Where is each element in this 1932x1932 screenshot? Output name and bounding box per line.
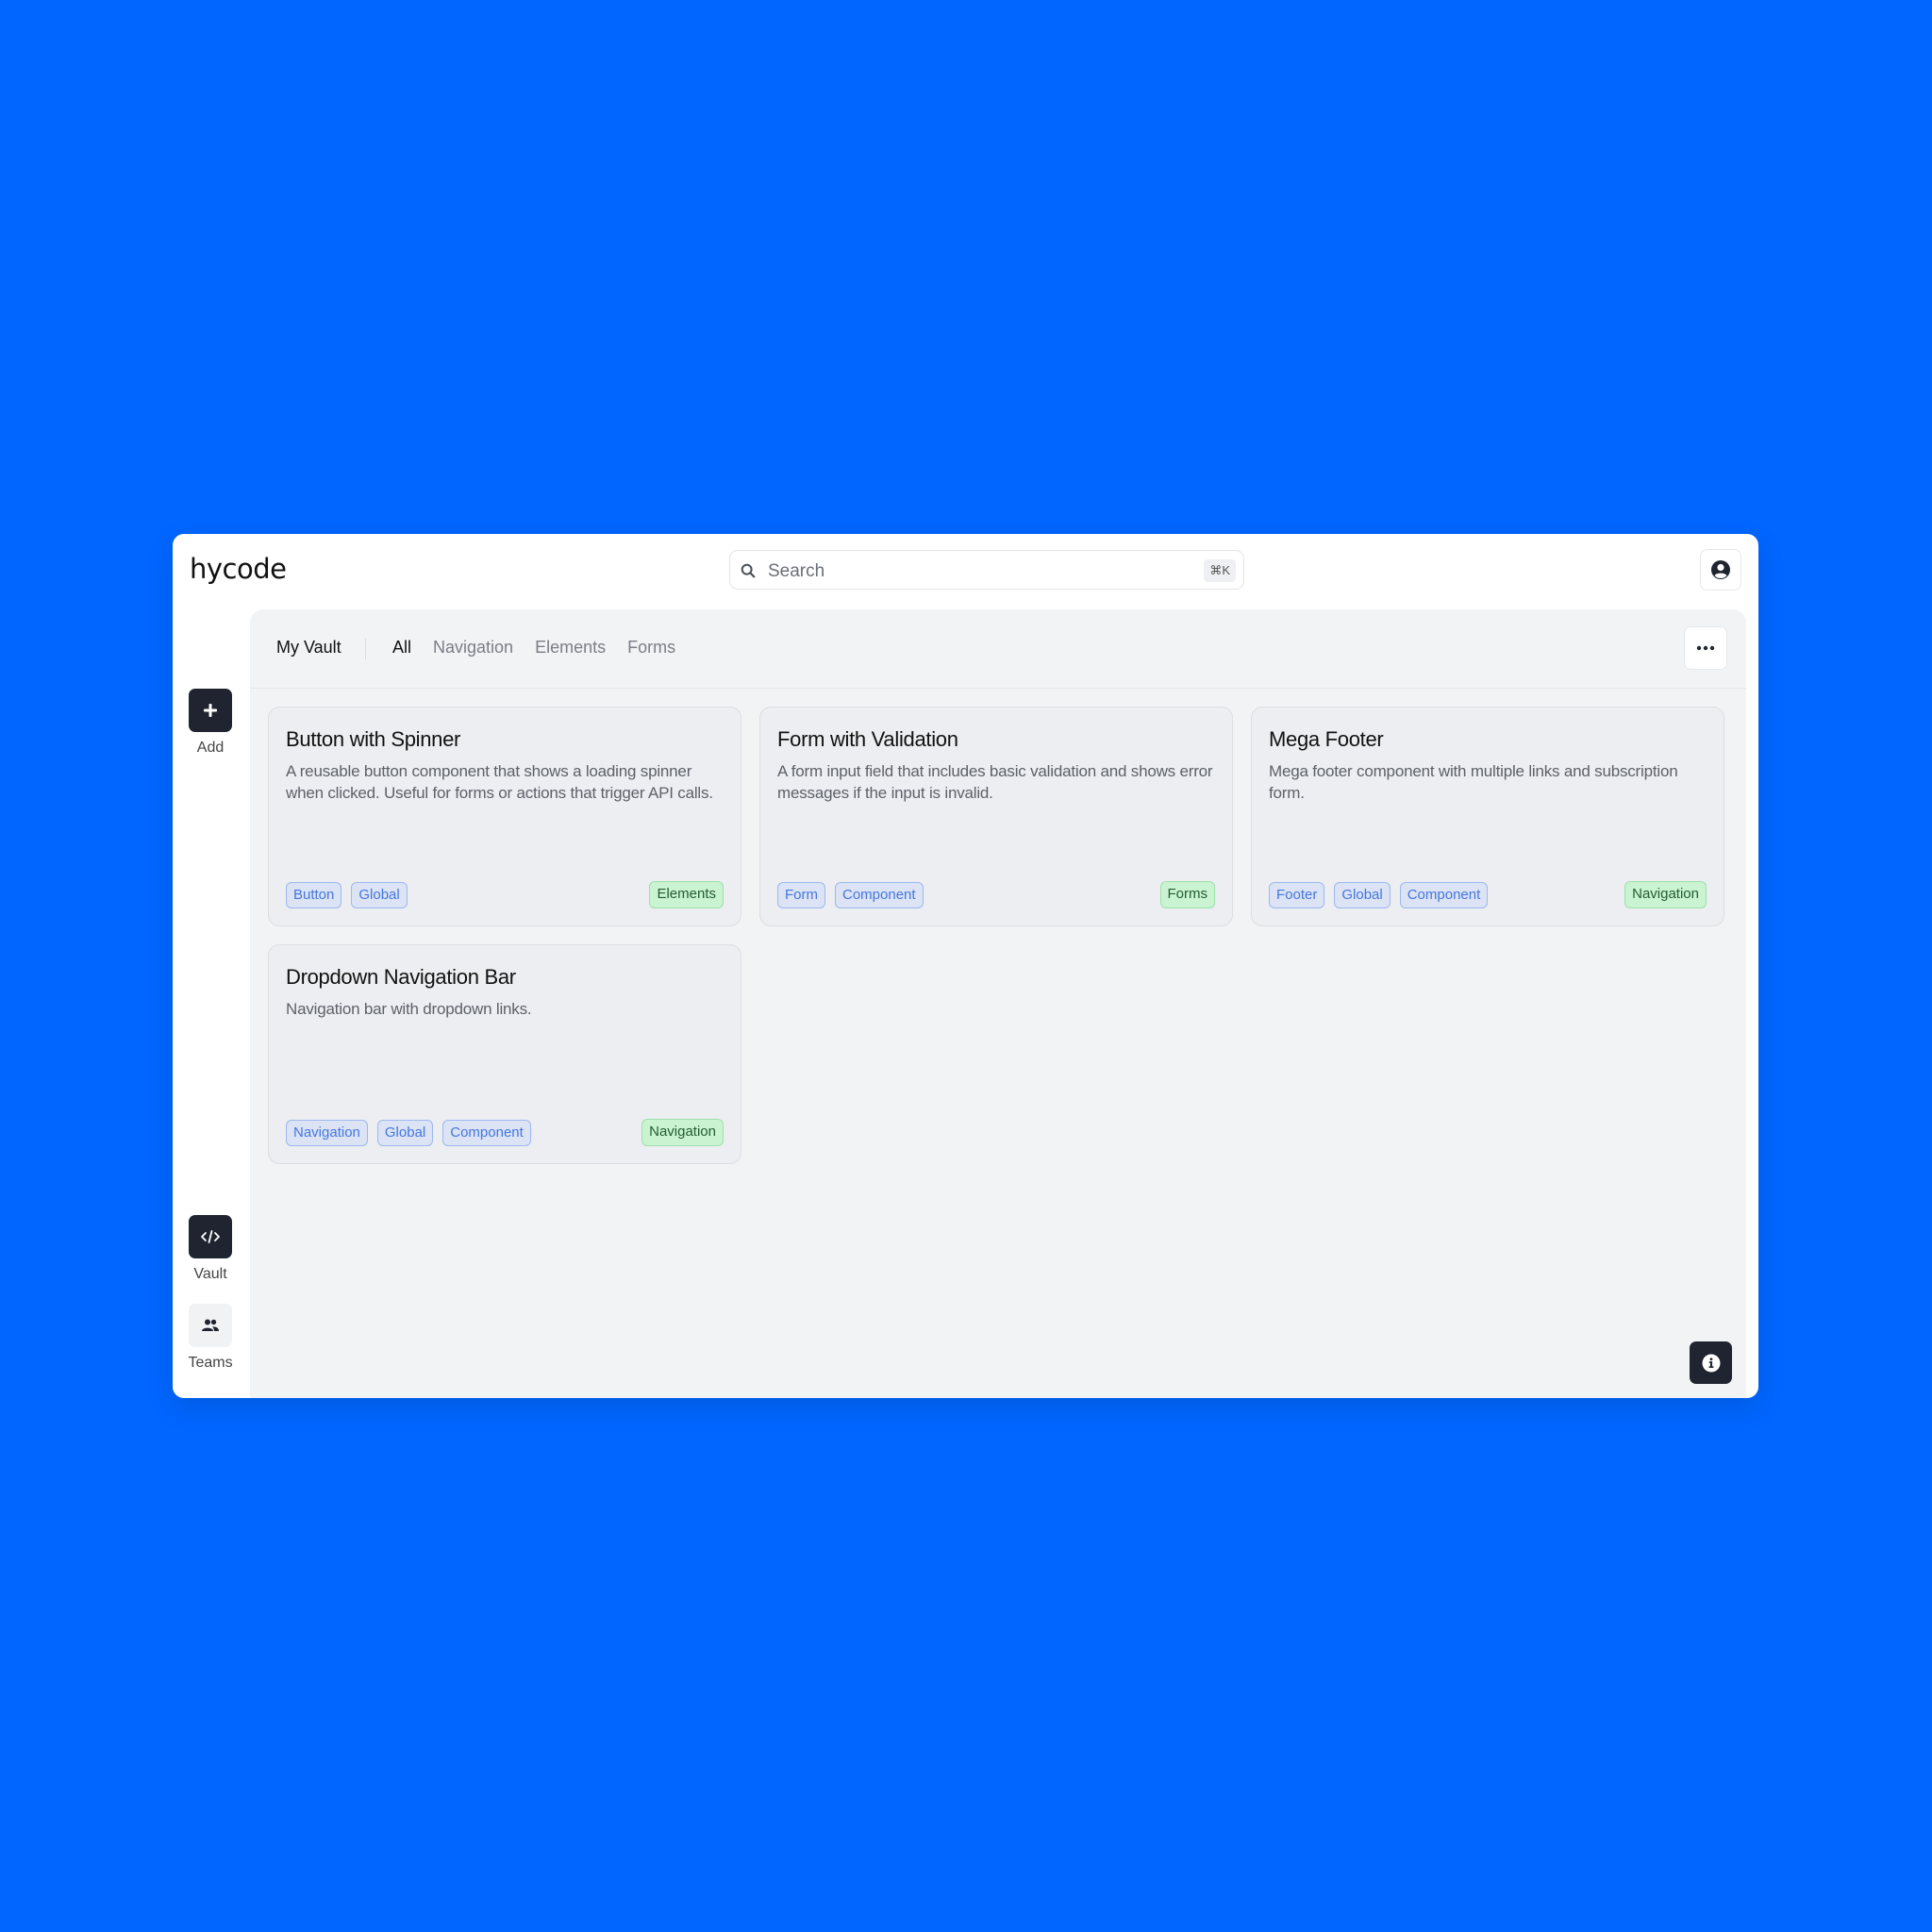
tag-badge[interactable]: Form [777, 882, 825, 908]
teams-label: Teams [188, 1355, 233, 1371]
sidebar-add[interactable]: Add [187, 689, 234, 757]
tag-badge[interactable]: Footer [1269, 882, 1325, 908]
user-circle-icon [1711, 560, 1730, 579]
card-description: Mega footer component with multiple link… [1269, 762, 1678, 802]
main-panel: My Vault All Navigation Elements Forms B… [250, 609, 1746, 1398]
card-description: A form input field that includes basic v… [777, 762, 1213, 802]
tag-badge[interactable]: Global [1334, 882, 1391, 908]
tab-divider [365, 639, 366, 659]
category-badge[interactable]: Navigation [1624, 881, 1707, 908]
card-tags: Navigation Global Component [286, 1120, 531, 1146]
search-bar[interactable]: ⌘K [729, 550, 1244, 590]
ellipsis-icon [1696, 645, 1715, 651]
tab-all[interactable]: All [392, 638, 411, 658]
tag-badge[interactable]: Component [835, 882, 924, 908]
vault-label: Vault [193, 1266, 227, 1282]
card-tags: Form Component [777, 882, 924, 908]
card-title: Button with Spinner [286, 727, 461, 751]
tag-badge[interactable]: Component [442, 1120, 531, 1146]
users-icon [202, 1319, 219, 1331]
tab-forms[interactable]: Forms [627, 638, 675, 658]
sidebar-item-vault[interactable]: Vault [187, 1215, 234, 1283]
tabs-bar: My Vault All Navigation Elements Forms [250, 609, 1746, 689]
search-icon [741, 563, 756, 578]
component-card[interactable]: Mega Footer Mega footer component with m… [1251, 707, 1724, 926]
card-tags: Button Global [286, 882, 408, 908]
category-badge[interactable]: Forms [1159, 881, 1215, 908]
info-button[interactable] [1690, 1341, 1732, 1384]
page-title: My Vault [276, 638, 341, 657]
code-icon [201, 1230, 220, 1243]
info-icon [1702, 1354, 1720, 1372]
app-logo[interactable]: hycode [190, 553, 287, 585]
tab-navigation[interactable]: Navigation [433, 638, 513, 658]
tab-elements[interactable]: Elements [535, 638, 606, 658]
card-tags: Footer Global Component [1269, 882, 1489, 908]
tag-badge[interactable]: Global [376, 1120, 434, 1146]
category-badge[interactable]: Elements [649, 881, 724, 908]
plus-icon [204, 704, 217, 717]
tag-badge[interactable]: Button [286, 882, 342, 908]
profile-button[interactable] [1700, 549, 1741, 591]
component-card[interactable]: Button with Spinner A reusable button co… [268, 707, 741, 926]
filter-tabs: All Navigation Elements Forms [392, 638, 675, 658]
add-button[interactable] [189, 689, 232, 732]
category-badge[interactable]: Navigation [641, 1119, 724, 1146]
component-card[interactable]: Form with Validation A form input field … [759, 707, 1233, 926]
more-options-button[interactable] [1684, 626, 1727, 670]
teams-button[interactable] [189, 1304, 232, 1347]
vault-button[interactable] [189, 1215, 232, 1258]
card-title: Mega Footer [1269, 727, 1384, 751]
tag-badge[interactable]: Global [351, 882, 408, 908]
search-input[interactable] [766, 558, 1185, 585]
app-window: hycode ⌘K Add [173, 534, 1758, 1398]
card-title: Dropdown Navigation Bar [286, 965, 516, 989]
component-grid: Button with Spinner A reusable button co… [268, 707, 1724, 1164]
card-title: Form with Validation [777, 727, 958, 751]
component-card[interactable]: Dropdown Navigation Bar Navigation bar w… [268, 944, 741, 1164]
add-label: Add [196, 740, 225, 756]
sidebar-item-teams[interactable]: Teams [187, 1304, 234, 1372]
card-description: Navigation bar with dropdown links. [286, 1000, 532, 1018]
search-shortcut-badge: ⌘K [1204, 559, 1236, 582]
card-description: A reusable button component that shows a… [286, 762, 713, 802]
tag-badge[interactable]: Navigation [286, 1120, 368, 1146]
tag-badge[interactable]: Component [1399, 882, 1489, 908]
